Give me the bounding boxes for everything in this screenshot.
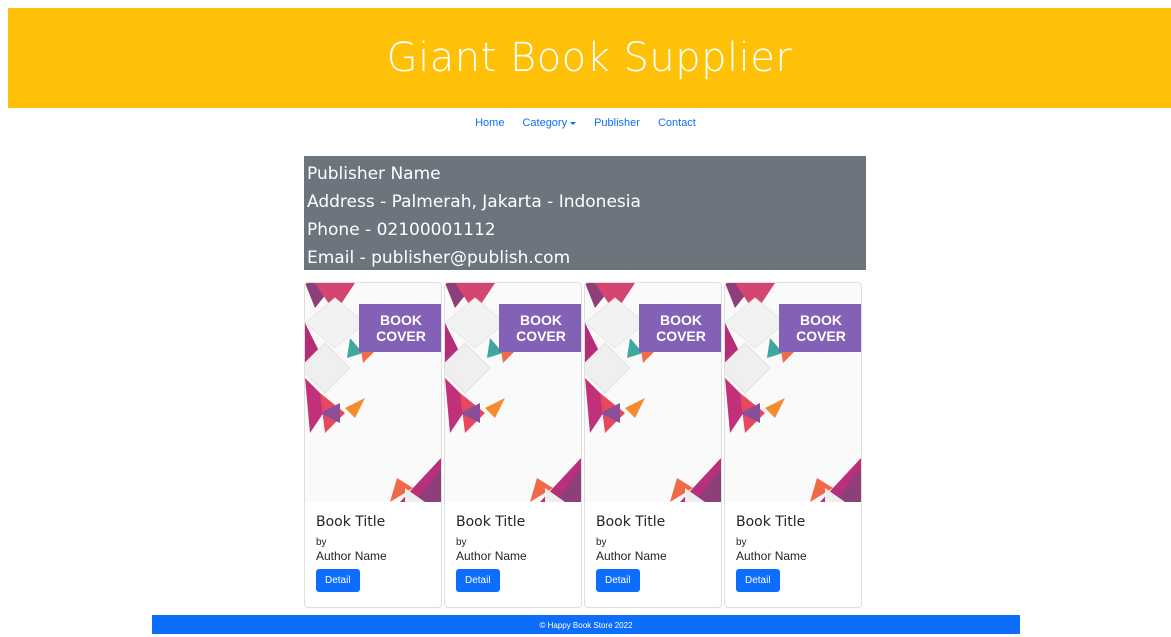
book-card: BOOK COVER Book Title by Author Name Det…: [584, 282, 722, 608]
book-by-label: by: [456, 537, 467, 548]
book-author: Author Name: [456, 549, 527, 563]
site-footer: © Happy Book Store 2022: [152, 615, 1020, 634]
book-card: BOOK COVER Book Title by Author Name Det…: [444, 282, 582, 608]
book-title: Book Title: [596, 514, 666, 530]
book-by-label: by: [736, 537, 747, 548]
book-by-label: by: [316, 537, 327, 548]
book-author: Author Name: [736, 549, 807, 563]
book-cover-image: BOOK COVER: [445, 283, 581, 502]
publisher-phone: Phone - 02100001112: [307, 220, 496, 240]
book-title: Book Title: [736, 514, 806, 530]
publisher-email: Email - publisher@publish.com: [307, 248, 571, 268]
book-card: BOOK COVER Book Title by Author Name Det…: [724, 282, 862, 608]
book-card: BOOK COVER Book Title by Author Name Det…: [304, 282, 442, 608]
book-title: Book Title: [456, 514, 526, 530]
book-cover-image: BOOK COVER: [585, 283, 721, 502]
nav-home[interactable]: Home: [475, 114, 504, 132]
detail-button[interactable]: Detail: [596, 569, 640, 592]
publisher-address: Address - Palmerah, Jakarta - Indonesia: [307, 192, 641, 212]
nav-publisher[interactable]: Publisher: [594, 114, 640, 132]
footer-copyright: © Happy Book Store 2022: [539, 621, 633, 630]
book-by-label: by: [596, 537, 607, 548]
book-cover-image: BOOK COVER: [725, 283, 861, 502]
book-cover-image: BOOK COVER: [305, 283, 441, 502]
book-title: Book Title: [316, 514, 386, 530]
site-title: Giant Book Supplier: [386, 35, 793, 81]
book-author: Author Name: [596, 549, 667, 563]
cover-text-line2: COVER: [516, 328, 566, 344]
cover-text-line1: BOOK: [660, 312, 702, 328]
nav-contact[interactable]: Contact: [658, 114, 696, 132]
nav-category-dropdown[interactable]: Category: [522, 114, 577, 132]
cover-text-line2: COVER: [656, 328, 706, 344]
detail-button[interactable]: Detail: [736, 569, 780, 592]
publisher-name: Publisher Name: [307, 164, 441, 184]
detail-button[interactable]: Detail: [316, 569, 360, 592]
detail-button[interactable]: Detail: [456, 569, 500, 592]
cover-text-line1: BOOK: [380, 312, 422, 328]
book-author: Author Name: [316, 549, 387, 563]
cover-text-line2: COVER: [796, 328, 846, 344]
cover-text-line1: BOOK: [800, 312, 842, 328]
cover-text-line2: COVER: [376, 328, 426, 344]
site-header: Giant Book Supplier: [8, 8, 1171, 108]
caret-down-icon: [570, 121, 577, 125]
cover-text-line1: BOOK: [520, 312, 562, 328]
publisher-info-panel: Publisher Name Address - Palmerah, Jakar…: [304, 156, 866, 270]
main-nav: Home Category Publisher Contact: [0, 114, 1171, 132]
nav-category-label: Category: [522, 117, 568, 129]
book-list: BOOK COVER Book Title by Author Name Det…: [304, 282, 867, 609]
